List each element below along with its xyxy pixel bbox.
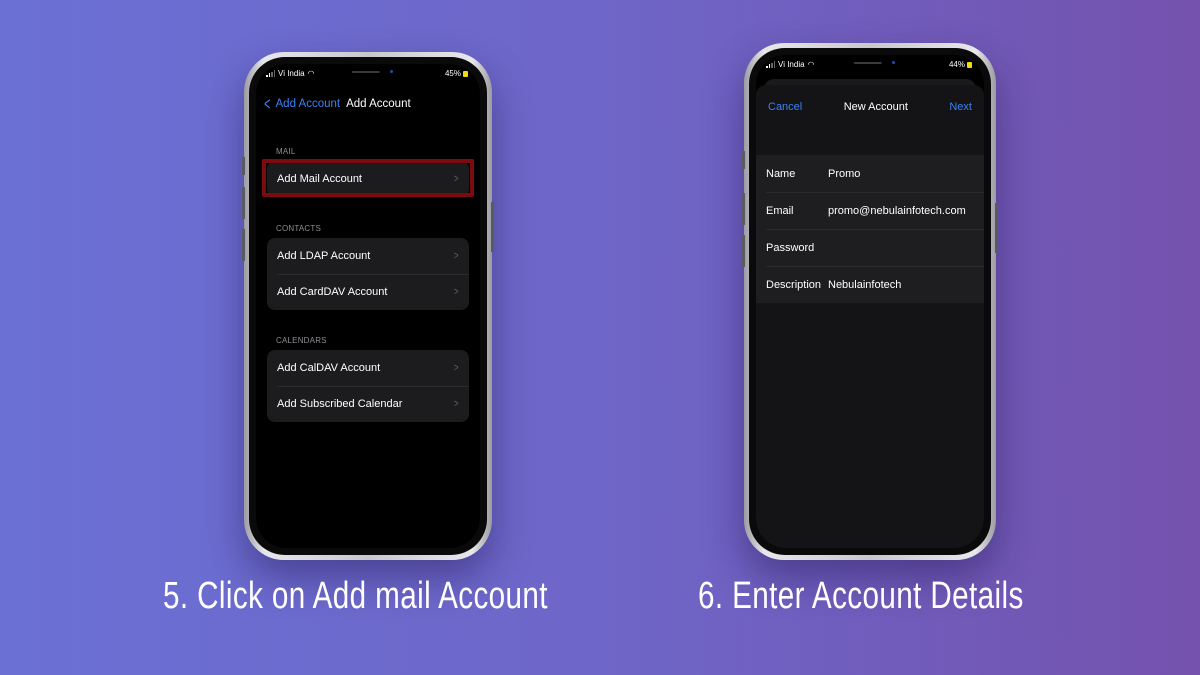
- silent-switch: [742, 151, 745, 169]
- volume-up-button: [742, 193, 745, 225]
- add-carddav-account-item[interactable]: Add CardDAV Account >: [267, 274, 469, 310]
- volume-up-button: [242, 187, 245, 219]
- description-input[interactable]: [828, 278, 984, 291]
- email-field: Email: [756, 192, 984, 229]
- step6-caption: 6. Enter Account Details: [698, 575, 1024, 617]
- right-phone: Vi India ◠ 44% Cancel New Account Next N: [742, 43, 998, 560]
- power-button: [491, 202, 494, 252]
- item-label: Add Mail Account: [277, 173, 362, 185]
- battery-percent: 44%: [948, 60, 965, 69]
- add-ldap-account-item[interactable]: Add LDAP Account >: [267, 238, 469, 274]
- add-subscribed-calendar-item[interactable]: Add Subscribed Calendar >: [267, 386, 469, 422]
- password-label: Password: [766, 241, 815, 254]
- name-input[interactable]: [828, 167, 984, 180]
- power-button: [995, 203, 998, 253]
- signal-icon: [766, 61, 775, 68]
- section-header-mail: MAIL: [276, 147, 296, 156]
- wifi-icon: ◠: [807, 59, 815, 69]
- right-screen: Vi India ◠ 44% Cancel New Account Next N: [756, 55, 984, 548]
- mail-group: Add Mail Account >: [267, 161, 469, 197]
- new-account-sheet: Cancel New Account Next Name Email Passw…: [756, 85, 984, 548]
- sheet-title: New Account: [843, 101, 908, 113]
- section-header-calendars: CALENDARS: [276, 336, 327, 345]
- name-label: Name: [766, 167, 796, 180]
- status-bar: Vi India ◠ 45%: [256, 64, 480, 86]
- wifi-icon: ◠: [307, 68, 315, 78]
- add-caldav-account-item[interactable]: Add CalDAV Account >: [267, 350, 469, 386]
- signal-icon: [266, 70, 275, 77]
- account-form: Name Email Password Description: [756, 155, 984, 303]
- volume-down-button: [242, 229, 245, 261]
- left-phone: Vi India ◠ 45% < Add Account Add Account…: [242, 52, 494, 560]
- silent-switch: [242, 157, 245, 175]
- description-label: Description: [766, 278, 822, 291]
- back-label: Add Account: [275, 98, 341, 110]
- notch: [304, 64, 432, 84]
- password-field: Password: [756, 229, 984, 266]
- chevron-right-icon: >: [453, 286, 459, 298]
- camera: [390, 70, 393, 73]
- item-label: Add Subscribed Calendar: [277, 398, 403, 410]
- notch: [806, 55, 934, 75]
- camera: [892, 61, 895, 64]
- next-button[interactable]: Next: [949, 101, 972, 113]
- contacts-group: Add LDAP Account > Add CardDAV Account >: [267, 238, 469, 310]
- status-bar: Vi India ◠ 44%: [756, 55, 984, 77]
- section-header-contacts: CONTACTS: [276, 224, 322, 233]
- add-mail-account-item[interactable]: Add Mail Account >: [267, 161, 469, 197]
- page-title: Add Account: [346, 98, 411, 110]
- step5-caption: 5. Click on Add mail Account: [163, 575, 548, 617]
- speaker: [853, 62, 882, 64]
- volume-down-button: [742, 235, 745, 267]
- left-screen: Vi India ◠ 45% < Add Account Add Account…: [256, 64, 480, 548]
- email-input[interactable]: [828, 204, 984, 217]
- battery-percent: 45%: [444, 69, 461, 78]
- nav-bar: < Add Account Add Account: [256, 94, 480, 114]
- carrier-name: Vi India: [278, 69, 305, 78]
- back-button[interactable]: < Add Account: [262, 95, 340, 113]
- battery-icon: [967, 61, 972, 68]
- chevron-right-icon: >: [453, 398, 459, 410]
- item-label: Add LDAP Account: [277, 250, 371, 262]
- battery-icon: [463, 70, 468, 77]
- item-label: Add CalDAV Account: [277, 362, 381, 374]
- calendars-group: Add CalDAV Account > Add Subscribed Cale…: [267, 350, 469, 422]
- cancel-button[interactable]: Cancel: [768, 101, 802, 113]
- sheet-nav-bar: Cancel New Account Next: [756, 97, 984, 117]
- chevron-left-icon: <: [264, 94, 271, 114]
- chevron-right-icon: >: [453, 250, 459, 262]
- chevron-right-icon: >: [453, 362, 459, 374]
- email-label: Email: [766, 204, 794, 217]
- carrier-name: Vi India: [778, 60, 805, 69]
- password-input[interactable]: [828, 241, 984, 254]
- chevron-right-icon: >: [453, 173, 459, 185]
- name-field: Name: [756, 155, 984, 192]
- speaker: [351, 71, 380, 73]
- item-label: Add CardDAV Account: [277, 286, 388, 298]
- description-field: Description: [756, 266, 984, 303]
